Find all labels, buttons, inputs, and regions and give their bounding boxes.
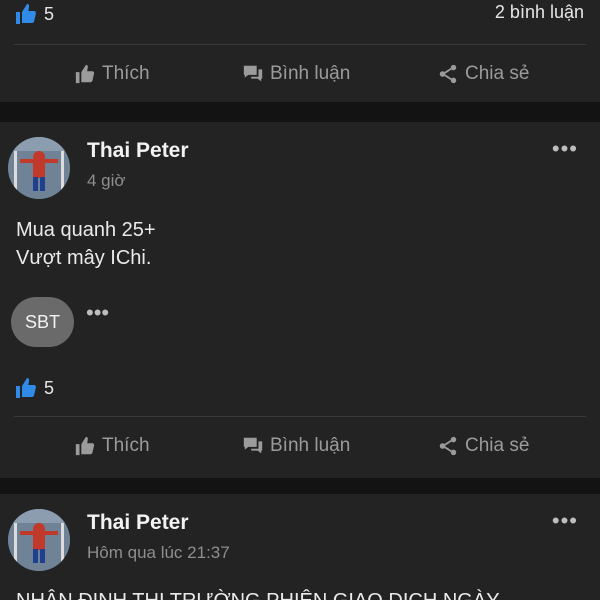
action-bar: Thích Bình luận Chia sẻ: [0, 54, 600, 94]
comment-bubbles-icon: [242, 435, 264, 457]
post-text-preview: NHẬN ĐỊNH THỊ TRƯỜNG PHIÊN GIAO DỊCH NGÀ…: [16, 590, 500, 600]
post-text: Mua quanh 25+ Vượt mây IChi.: [16, 219, 156, 269]
thumbs-up-icon: [74, 63, 96, 85]
thumbs-up-icon: [74, 435, 96, 457]
action-bar: Thích Bình luận Chia sẻ: [0, 426, 600, 466]
post-card: Thai Peter 4 giờ ••• Mua quanh 25+ Vượt …: [0, 122, 600, 478]
comment-label: Bình luận: [270, 63, 351, 84]
comment-count[interactable]: 2 bình luận: [495, 2, 584, 23]
share-icon: [437, 435, 459, 457]
share-icon: [437, 63, 459, 85]
comment-button[interactable]: Bình luận: [242, 54, 350, 94]
like-count: 5: [44, 3, 55, 24]
share-label: Chia sẻ: [465, 63, 530, 84]
share-button[interactable]: Chia sẻ: [437, 54, 529, 94]
like-summary[interactable]: 5: [14, 376, 54, 400]
reaction-chip[interactable]: SBT: [11, 297, 74, 347]
post-card-previous: 5 2 bình luận Thích Bình luận Chia sẻ: [0, 0, 600, 102]
like-button[interactable]: Thích: [74, 54, 150, 94]
thumbs-up-icon: [14, 2, 38, 26]
like-label: Thích: [102, 63, 150, 84]
avatar[interactable]: [8, 137, 70, 199]
post-time[interactable]: 4 giờ: [87, 171, 126, 191]
divider: [14, 44, 586, 45]
more-horizontal-icon[interactable]: •••: [552, 510, 578, 532]
comment-button[interactable]: Bình luận: [242, 426, 350, 466]
thumbs-up-icon: [14, 376, 38, 400]
like-summary[interactable]: 5: [14, 2, 54, 26]
share-button[interactable]: Chia sẻ: [437, 426, 529, 466]
author-name[interactable]: Thai Peter: [87, 139, 189, 163]
divider: [14, 416, 586, 417]
share-label: Chia sẻ: [465, 435, 530, 456]
more-horizontal-icon[interactable]: •••: [86, 302, 109, 324]
comment-label: Bình luận: [270, 435, 351, 456]
more-horizontal-icon[interactable]: •••: [552, 138, 578, 160]
author-name[interactable]: Thai Peter: [87, 511, 189, 535]
post-card: Thai Peter Hôm qua lúc 21:37 ••• NHẬN ĐỊ…: [0, 494, 600, 600]
post-time[interactable]: Hôm qua lúc 21:37: [87, 543, 230, 563]
comment-bubbles-icon: [242, 63, 264, 85]
like-count: 5: [44, 377, 55, 398]
avatar[interactable]: [8, 509, 70, 571]
like-button[interactable]: Thích: [74, 426, 150, 466]
like-label: Thích: [102, 435, 150, 456]
